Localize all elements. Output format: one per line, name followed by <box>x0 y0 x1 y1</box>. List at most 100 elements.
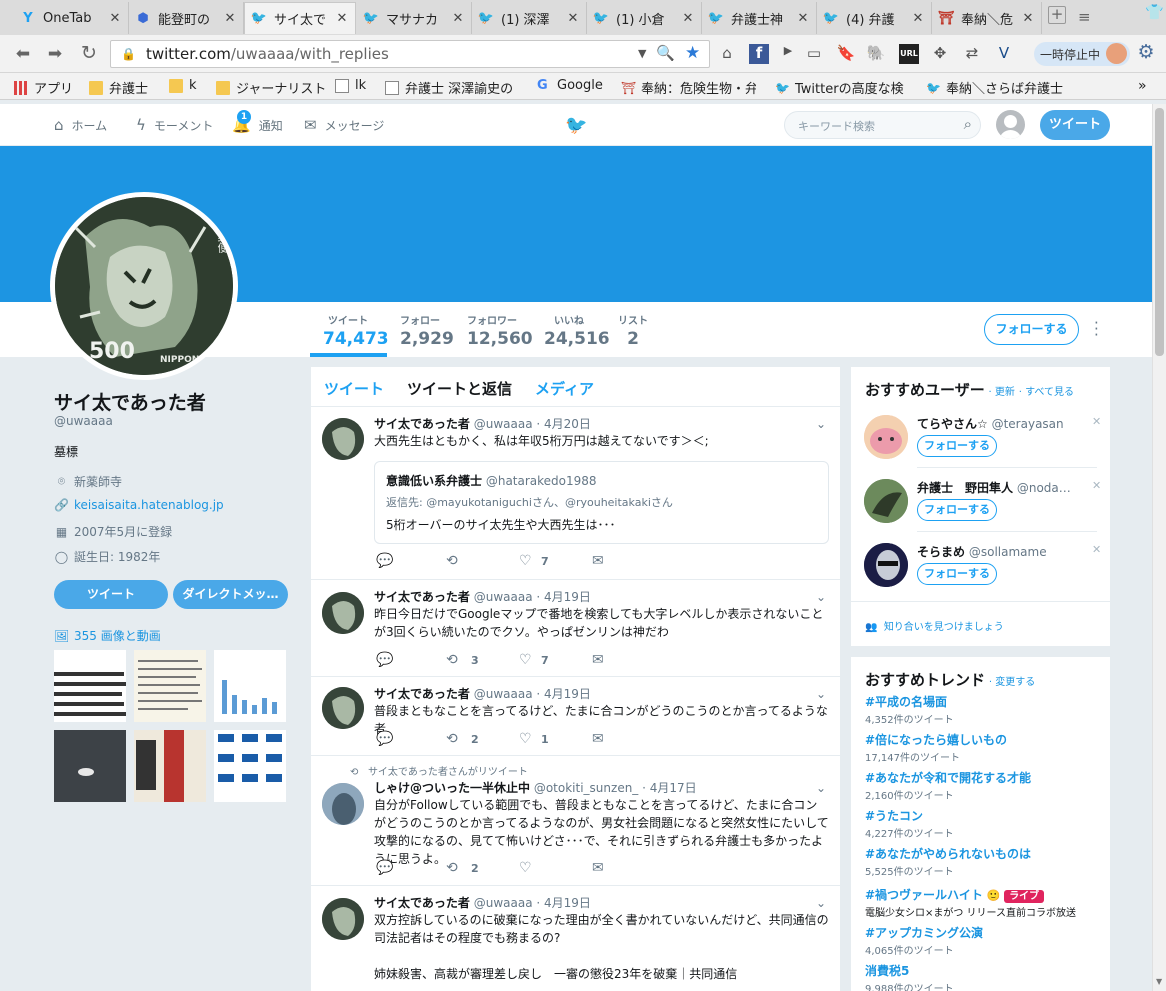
bookmark-google[interactable]: G Google <box>537 78 603 93</box>
browser-tab-noto[interactable]: ⬢ 能登町の ✕ <box>129 2 244 34</box>
find-friends-link[interactable]: 👥 知り合いを見つけましょう <box>865 618 1004 633</box>
close-icon[interactable]: ✕ <box>681 11 695 26</box>
scrollbar-thumb[interactable] <box>1155 108 1164 356</box>
reply-icon[interactable]: 💬 <box>376 652 393 668</box>
suggestion-name[interactable]: てらやさん☆ @terayasan <box>917 415 1095 432</box>
home-icon[interactable]: ⌂ <box>717 44 737 64</box>
bookmark-hounou[interactable]: ⛩ 奉納：危険生物・弁護 <box>621 78 756 98</box>
dismiss-icon[interactable]: ✕ <box>1092 415 1101 428</box>
chevron-down-icon[interactable]: ⌄ <box>816 896 826 910</box>
tab-list-icon[interactable]: ≡ <box>1078 8 1091 26</box>
suggestion-name[interactable]: 弁護士 野田隼人 @noda… <box>917 479 1087 496</box>
stat-following[interactable]: フォロー 2,929 <box>400 312 454 349</box>
search-input[interactable]: キーワード検索 ⌕ <box>784 111 981 139</box>
tweet-avatar[interactable] <box>322 687 364 729</box>
stat-followers[interactable]: フォロワー 12,560 <box>467 312 533 349</box>
media-thumbnail[interactable] <box>54 730 126 802</box>
bookmark-folder-bengoshi[interactable]: 弁護士 <box>89 78 148 97</box>
tweet-author-name[interactable]: サイ太であった者 <box>374 417 470 431</box>
zoom-icon[interactable]: 🔍 <box>656 44 675 62</box>
tweet[interactable]: サイ太であった者 @uwaaaa · 4月20日 ⌄ 大西先生はともかく、私は年… <box>311 408 840 580</box>
nav-moments[interactable]: ϟ モーメント <box>136 116 213 134</box>
reply-icon[interactable]: 💬 <box>376 860 393 876</box>
more-bookmarks-icon[interactable]: » <box>1138 78 1147 94</box>
close-icon[interactable]: ✕ <box>796 11 810 26</box>
tweet[interactable]: サイ太であった者 @uwaaaa · 4月19日 ⌄ 双方控訴しているのに破棄に… <box>311 886 840 991</box>
chevron-down-icon[interactable]: ⌄ <box>816 781 826 795</box>
tweet-author-handle[interactable]: @otokiti_sunzen_ <box>534 781 638 795</box>
suggestion-name[interactable]: そらまめ @sollamame <box>917 543 1047 560</box>
back-icon[interactable]: ⬅ <box>12 44 34 64</box>
browser-tab-hounou[interactable]: ⛩ 奉納＼危 ✕ <box>932 2 1042 34</box>
profile-handle[interactable]: @uwaaaa <box>54 414 113 428</box>
account-avatar[interactable] <box>996 110 1025 139</box>
tweet-avatar[interactable] <box>322 898 364 940</box>
like-icon[interactable]: ♡ <box>519 553 532 569</box>
chevron-down-icon[interactable]: ⌄ <box>816 417 826 431</box>
evernote-icon[interactable]: 🐘 <box>866 44 886 64</box>
tweet[interactable]: ⟲ サイ太であった者さんがリツイート しゃけ@ついった一半休止中 @otokit… <box>311 756 840 886</box>
browser-tab-onetab[interactable]: Y OneTab ✕ <box>14 2 129 34</box>
tweet-author-name[interactable]: サイ太であった者 <box>374 590 470 604</box>
close-icon[interactable]: ✕ <box>223 11 237 26</box>
stat-likes[interactable]: いいね 24,516 <box>544 312 610 349</box>
refresh-link[interactable]: · 更新 <box>989 387 1015 398</box>
media-thumbnail[interactable] <box>134 730 206 802</box>
close-icon[interactable]: ✕ <box>1021 11 1035 26</box>
tweet-avatar[interactable] <box>322 418 364 460</box>
close-icon[interactable]: ✕ <box>451 11 465 26</box>
more-options-icon[interactable]: · · · <box>1094 316 1099 343</box>
like-icon[interactable]: ♡ <box>519 731 532 747</box>
tweet-avatar[interactable] <box>322 592 364 634</box>
shuffle-icon[interactable]: ⇄ <box>962 44 982 64</box>
url-shortener-icon[interactable]: URL <box>899 44 919 64</box>
photos-videos-link[interactable]: 🖼 355 画像と動画 <box>54 627 161 644</box>
trend-item[interactable]: #平成の名場面 4,352件のツイート <box>865 693 954 726</box>
browser-tab-bengo4[interactable]: 🐦 (4) 弁護 ✕ <box>817 2 932 34</box>
settings-icon[interactable]: ⚙ <box>1136 41 1156 63</box>
stat-lists[interactable]: リスト 2 <box>618 312 648 349</box>
browser-tab-ogura[interactable]: 🐦 (1) 小倉 ✕ <box>587 2 702 34</box>
trend-item[interactable]: 消費税5 9,988件のツイート <box>865 962 954 991</box>
view-all-link[interactable]: · すべて見る <box>1019 387 1074 398</box>
tweet-author-name[interactable]: サイ太であった者 <box>374 687 470 701</box>
tweet[interactable]: サイ太であった者 @uwaaaa · 4月19日 ⌄ 昨日今日だけでGoogle… <box>311 580 840 677</box>
reply-icon[interactable]: 💬 <box>376 553 393 569</box>
tweet-avatar[interactable] <box>322 783 364 825</box>
retweet-icon[interactable]: ⟲ <box>446 731 458 747</box>
stat-tweets[interactable]: ツイート 74,473 <box>310 312 389 357</box>
follow-suggestion-button[interactable]: フォローする <box>917 499 997 521</box>
tweet-link-text[interactable]: 姉妹殺害、高裁が審理差し戻し 一審の懲役23年を破棄｜共同通信 <box>374 965 829 983</box>
trend-item[interactable]: #うたコン 4,227件のツイート <box>865 807 954 840</box>
media-thumbnail[interactable] <box>214 650 286 722</box>
profile-name[interactable]: サイ太であった者 <box>54 388 206 415</box>
media-thumbnail[interactable] <box>54 650 126 722</box>
follow-suggestion-button[interactable]: フォローする <box>917 563 997 585</box>
quoted-tweet[interactable]: 意識低い系弁護士 @hatarakedo1988 返信先: @mayukotan… <box>374 461 829 544</box>
browser-tab-masanaka[interactable]: 🐦 マサナカ ✕ <box>357 2 472 34</box>
trend-item[interactable]: #倍になったら嬉しいもの 17,147件のツイート <box>865 731 1007 764</box>
dismiss-icon[interactable]: ✕ <box>1092 543 1101 556</box>
profile-avatar[interactable]: 日本郵便 500 NIPPON <box>50 192 238 380</box>
reader-icon[interactable]: ▭ <box>804 44 824 64</box>
retweet-icon[interactable]: ⟲ <box>446 652 458 668</box>
trend-item[interactable]: #アップカミング公演 4,065件のツイート <box>865 924 983 957</box>
change-trends-link[interactable]: · 変更する <box>989 677 1035 688</box>
vivaldi-icon[interactable]: V <box>994 44 1014 64</box>
trend-item[interactable]: #禍つヴァールハイト 🙂 ライブ 電脳少女シロ×まがつ リリース直前コラボ放送 <box>865 886 1105 919</box>
suggestion-avatar[interactable] <box>864 479 908 523</box>
dropdown-icon[interactable]: ▼ <box>638 47 646 60</box>
follow-button[interactable]: フォローする <box>984 314 1079 345</box>
tweet-timestamp[interactable]: · 4月17日 <box>642 781 697 795</box>
suggestion-avatar[interactable] <box>864 415 908 459</box>
tweet-timestamp[interactable]: · 4月19日 <box>536 896 591 910</box>
reload-icon[interactable]: ↻ <box>78 42 100 64</box>
compose-tweet-button[interactable]: ツイート <box>1040 110 1110 140</box>
retweet-icon[interactable]: ⟲ <box>446 553 458 569</box>
bookmark-fukasawa[interactable]: 弁護士 深澤諭史の <box>385 78 520 97</box>
play-icon[interactable]: ▶ <box>778 44 798 64</box>
close-icon[interactable]: ✕ <box>108 11 122 26</box>
chevron-down-icon[interactable]: ⌄ <box>816 687 826 701</box>
browser-tab-active[interactable]: 🐦 サイ太で ✕ <box>244 2 356 34</box>
search-icon[interactable]: ⌕ <box>964 115 972 133</box>
